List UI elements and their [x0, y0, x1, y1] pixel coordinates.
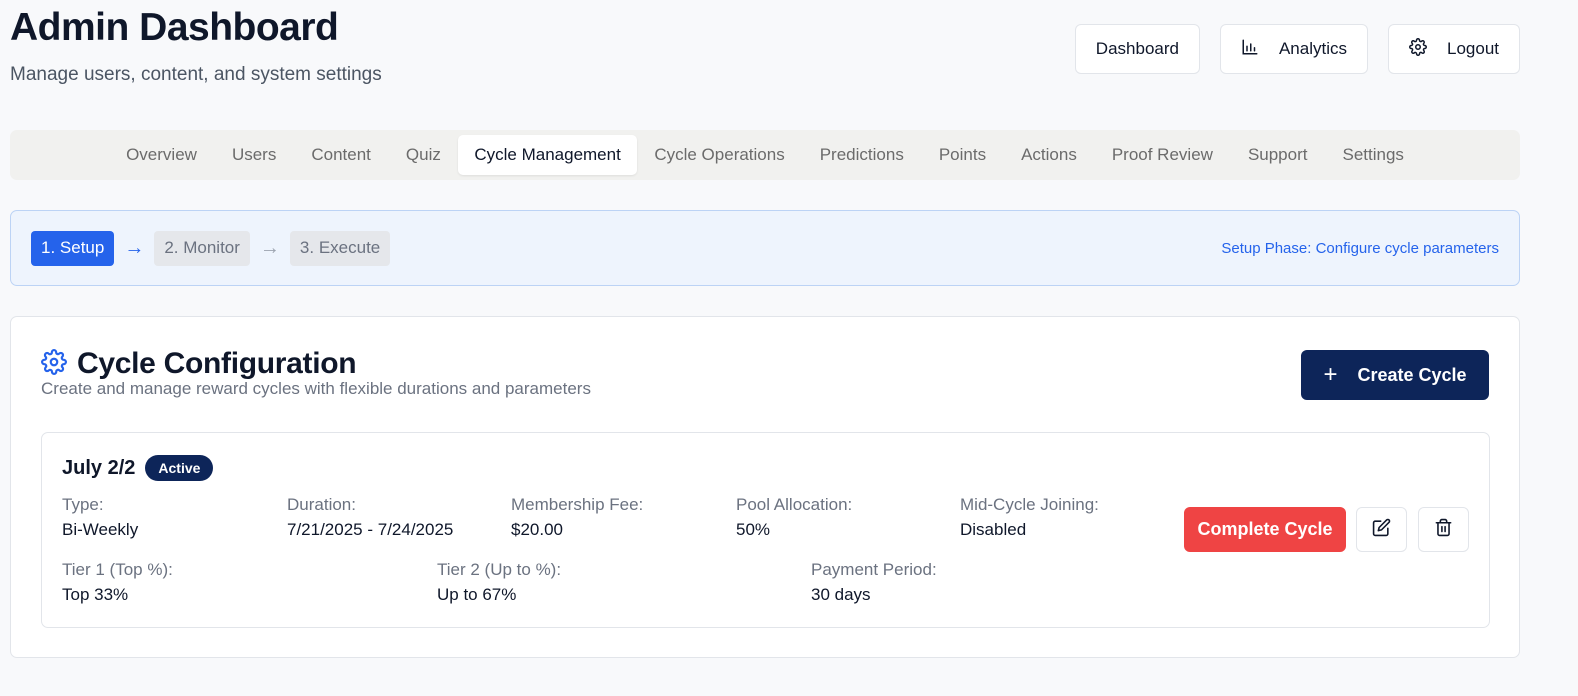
step-setup[interactable]: 1. Setup	[31, 230, 115, 266]
page-subtitle: Manage users, content, and system settin…	[10, 64, 382, 85]
field-label: Mid-Cycle Joining:	[960, 495, 1099, 514]
analytics-button-label: Analytics	[1278, 39, 1347, 58]
field-value: Disabled	[960, 520, 1027, 539]
status-badge: Active	[145, 455, 214, 481]
arrow-right-icon: →	[259, 236, 280, 259]
tab-proof-review[interactable]: Proof Review	[1094, 135, 1230, 175]
tab-settings[interactable]: Settings	[1325, 135, 1421, 175]
tab-users[interactable]: Users	[214, 135, 293, 175]
arrow-right-icon: →	[124, 236, 145, 259]
phase-stepper: 1. Setup → 2. Monitor → 3. Execute Setup…	[10, 210, 1520, 286]
gear-icon	[41, 348, 67, 380]
field-value: $20.00	[511, 520, 563, 539]
logout-button-label: Logout	[1447, 39, 1499, 58]
edit-icon	[1372, 518, 1391, 542]
field-tier-2: Tier 2 (Up to %): Up to 67%	[437, 560, 561, 605]
field-type: Type: Bi-Weekly	[62, 495, 138, 540]
logout-button[interactable]: Logout	[1388, 24, 1520, 74]
cycle-item: July 2/2 Active Type: Bi-Weekly Duration…	[41, 432, 1490, 628]
analytics-button[interactable]: Analytics	[1219, 24, 1368, 74]
field-tier-1: Tier 1 (Top %): Top 33%	[62, 560, 173, 605]
field-label: Type:	[62, 495, 104, 514]
field-value: 7/21/2025 - 7/24/2025	[287, 520, 454, 539]
cycle-name-row: July 2/2 Active	[62, 455, 214, 481]
phase-description: Setup Phase: Configure cycle parameters	[1221, 239, 1499, 257]
page-title: Admin Dashboard	[10, 6, 339, 49]
field-payment-period: Payment Period: 30 days	[811, 560, 937, 605]
delete-cycle-button[interactable]	[1418, 507, 1469, 552]
cycle-name: July 2/2	[62, 456, 136, 479]
config-title: Cycle Configuration	[77, 347, 357, 380]
create-cycle-label: Create Cycle	[1357, 364, 1467, 385]
plus-icon: +	[1323, 361, 1338, 388]
dashboard-button[interactable]: Dashboard	[1074, 24, 1200, 74]
tab-support[interactable]: Support	[1230, 135, 1325, 175]
gear-icon	[1409, 37, 1427, 61]
config-header: Cycle Configuration	[41, 347, 357, 381]
bar-chart-icon	[1241, 38, 1259, 61]
field-label: Tier 1 (Top %):	[62, 560, 173, 579]
field-label: Duration:	[287, 495, 356, 514]
field-mid-cycle-joining: Mid-Cycle Joining: Disabled	[960, 495, 1099, 540]
header-actions: Dashboard Analytics Logout	[1074, 24, 1520, 74]
field-value: Bi-Weekly	[62, 520, 139, 539]
dashboard-button-label: Dashboard	[1095, 39, 1179, 58]
main-tabs: Overview Users Content Quiz Cycle Manage…	[10, 130, 1520, 180]
field-label: Payment Period:	[811, 560, 937, 579]
tab-content[interactable]: Content	[294, 135, 389, 175]
field-label: Pool Allocation:	[736, 495, 853, 514]
step-monitor[interactable]: 2. Monitor	[154, 230, 250, 266]
tab-overview[interactable]: Overview	[109, 135, 215, 175]
edit-cycle-button[interactable]	[1356, 507, 1407, 552]
tab-cycle-operations[interactable]: Cycle Operations	[637, 135, 802, 175]
field-membership-fee: Membership Fee: $20.00	[511, 495, 643, 540]
field-duration: Duration: 7/21/2025 - 7/24/2025	[287, 495, 453, 540]
create-cycle-button[interactable]: + Create Cycle	[1301, 350, 1489, 400]
tab-actions[interactable]: Actions	[1004, 135, 1095, 175]
tab-predictions[interactable]: Predictions	[802, 135, 921, 175]
step-execute[interactable]: 3. Execute	[289, 230, 391, 266]
field-label: Tier 2 (Up to %):	[437, 560, 562, 579]
field-value: 50%	[736, 520, 771, 539]
field-value: Up to 67%	[437, 585, 517, 604]
tab-points[interactable]: Points	[921, 135, 1003, 175]
trash-icon	[1434, 518, 1453, 542]
tab-quiz[interactable]: Quiz	[388, 135, 458, 175]
tab-cycle-management[interactable]: Cycle Management	[458, 135, 637, 175]
field-label: Membership Fee:	[511, 495, 644, 514]
complete-cycle-button[interactable]: Complete Cycle	[1184, 507, 1346, 552]
field-value: 30 days	[811, 585, 871, 604]
config-subtitle: Create and manage reward cycles with fle…	[41, 379, 591, 398]
cycle-configuration-card: Cycle Configuration Create and manage re…	[10, 316, 1520, 658]
field-pool-allocation: Pool Allocation: 50%	[736, 495, 852, 540]
field-value: Top 33%	[62, 585, 129, 604]
